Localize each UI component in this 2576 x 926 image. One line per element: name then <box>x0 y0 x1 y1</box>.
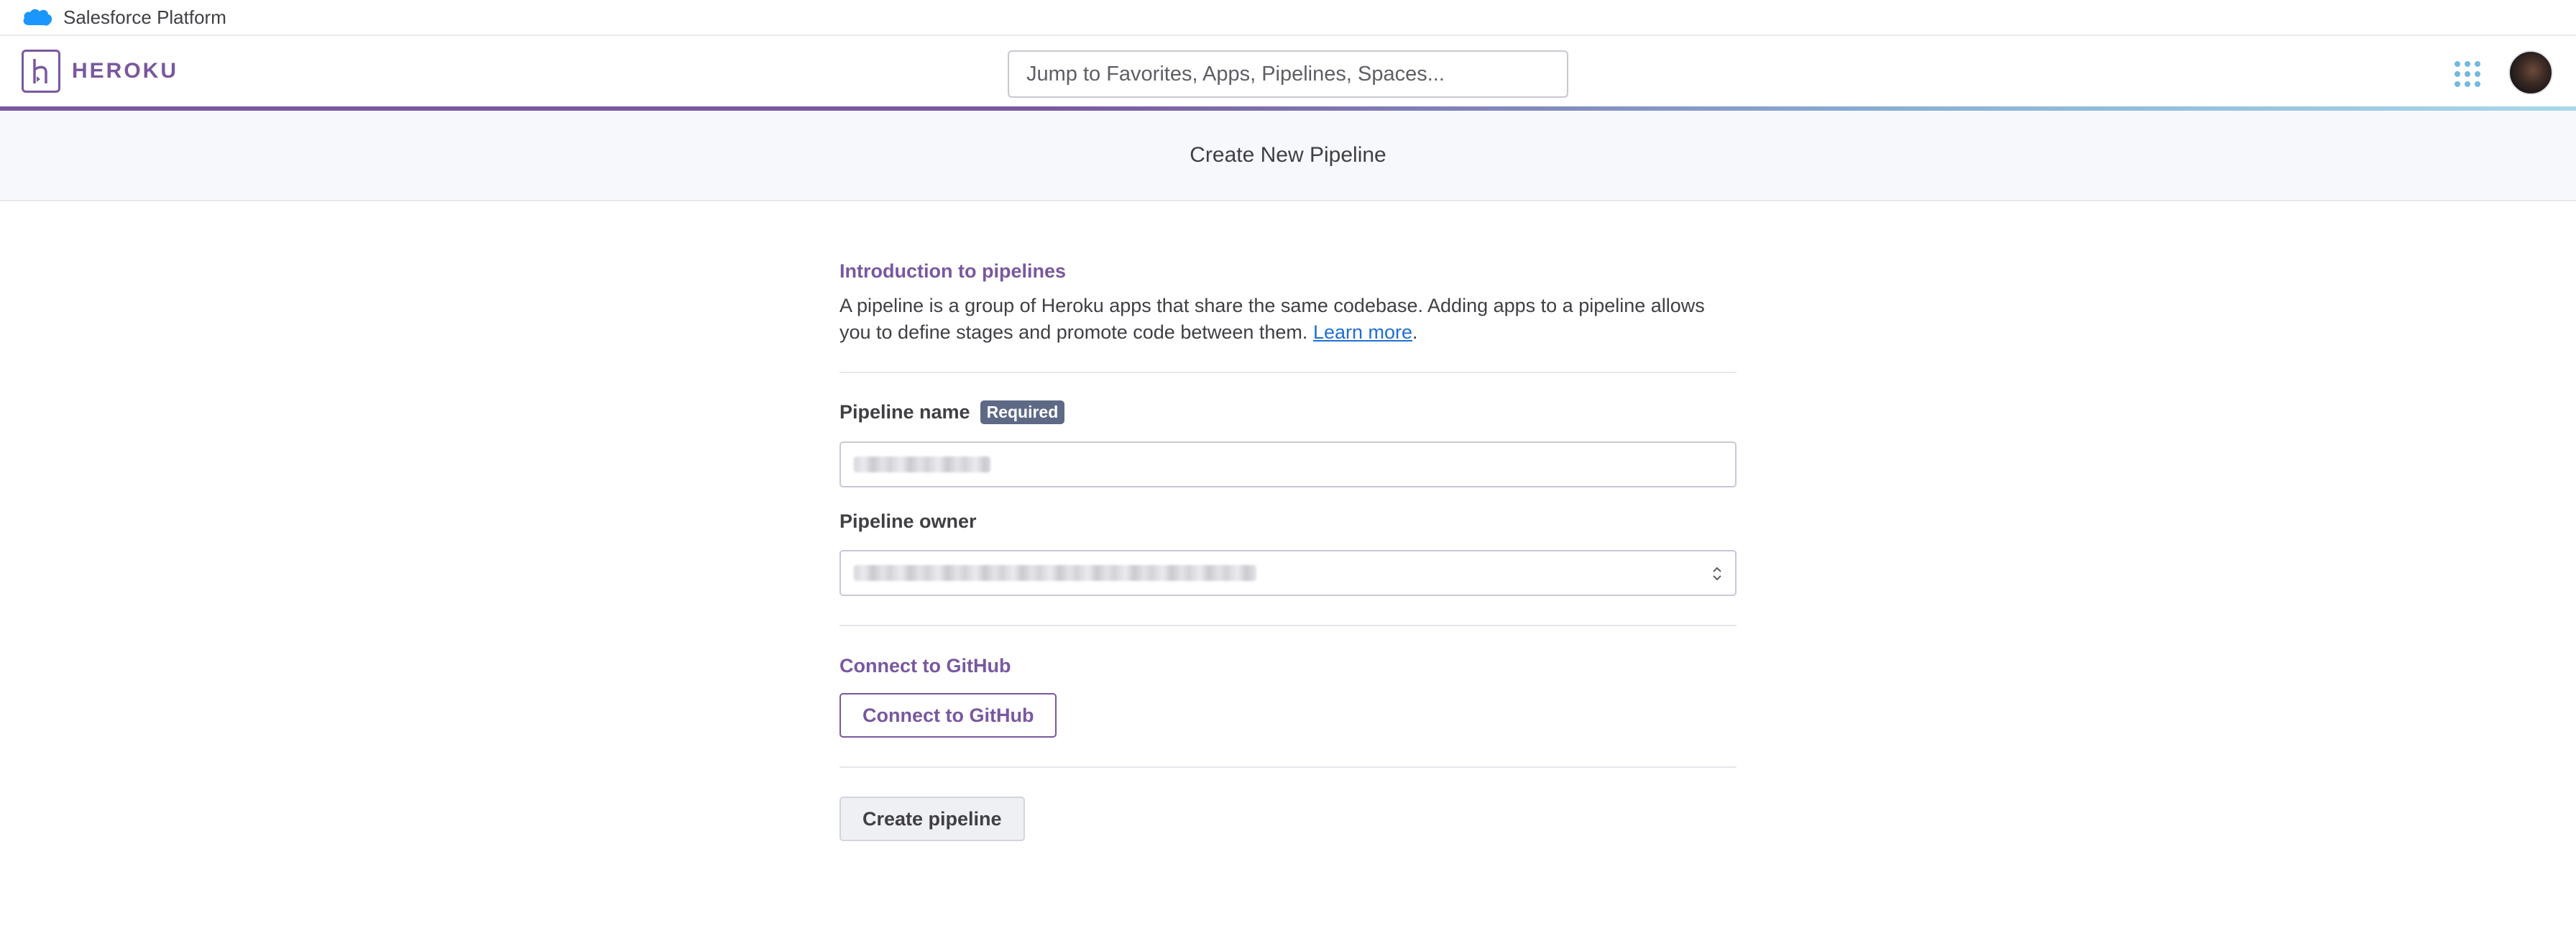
divider <box>840 766 1736 768</box>
page-subheader: Create New Pipeline <box>0 111 2576 201</box>
pipeline-owner-select[interactable] <box>840 550 1736 596</box>
heroku-logo[interactable] <box>22 50 60 93</box>
intro-suffix: . <box>1412 321 1418 343</box>
redacted-pipeline-owner <box>854 565 1256 581</box>
pipeline-name-label-row: Pipeline name Required <box>840 400 1736 424</box>
intro-text: A pipeline is a group of Heroku apps tha… <box>840 295 1705 343</box>
pipeline-owner-label: Pipeline owner <box>840 510 977 532</box>
pipeline-name-input[interactable] <box>840 441 1736 487</box>
heroku-brand[interactable]: HEROKU <box>72 59 178 83</box>
create-pipeline-button[interactable]: Create pipeline <box>840 797 1025 841</box>
intro-title: Introduction to pipelines <box>840 260 1066 282</box>
page-title: Create New Pipeline <box>1190 143 1386 167</box>
apps-grid-icon[interactable] <box>2454 60 2481 88</box>
create-pipeline-form: Introduction to pipelines A pipeline is … <box>840 201 1736 841</box>
user-avatar[interactable] <box>2508 50 2553 95</box>
required-badge: Required <box>980 400 1065 424</box>
search-input[interactable] <box>1008 50 1568 98</box>
select-chevron-icon <box>1713 567 1721 581</box>
app-header: HEROKU <box>0 36 2576 111</box>
salesforce-platform-bar: Salesforce Platform <box>0 0 2576 36</box>
heroku-logo-icon <box>33 59 47 83</box>
learn-more-link[interactable]: Learn more <box>1313 321 1412 343</box>
salesforce-cloud-icon <box>23 9 52 26</box>
salesforce-platform-label: Salesforce Platform <box>63 6 226 28</box>
github-section-title: Connect to GitHub <box>840 655 1011 677</box>
connect-github-button[interactable]: Connect to GitHub <box>840 693 1057 738</box>
intro-body: A pipeline is a group of Heroku apps tha… <box>840 293 1736 346</box>
intro-section: Introduction to pipelines A pipeline is … <box>840 201 1736 346</box>
divider <box>840 625 1736 626</box>
pipeline-name-label: Pipeline name <box>840 401 970 423</box>
redacted-pipeline-name <box>854 457 990 472</box>
divider <box>840 372 1736 373</box>
